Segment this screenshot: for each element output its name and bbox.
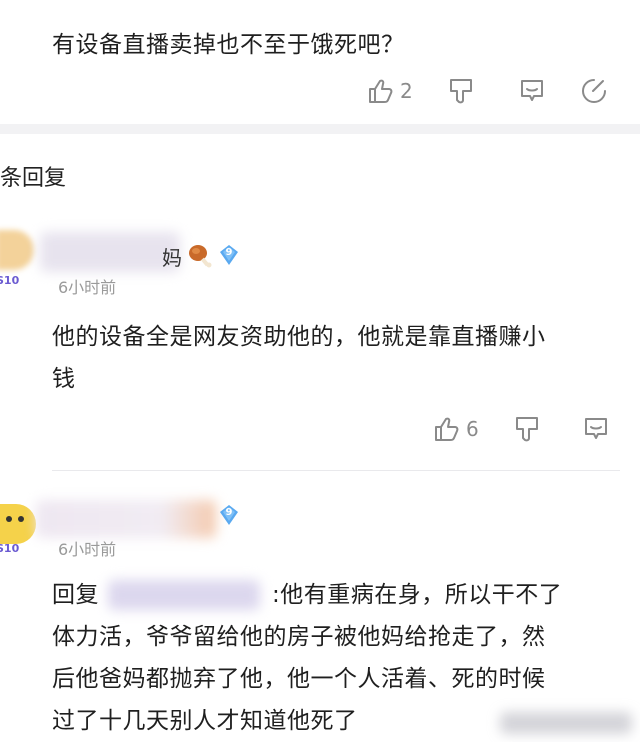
share-icon: [579, 76, 609, 106]
reply1-like-count: 6: [466, 417, 479, 441]
watermark-obscured: [500, 712, 632, 734]
reply1-dislike-button[interactable]: [513, 414, 543, 444]
reply2-reply-prefix: 回复: [52, 582, 99, 608]
reply2-mention-obscured[interactable]: [108, 580, 260, 610]
reply2-text-line4: 过了十几天别人才知道他死了: [52, 708, 358, 734]
dislike-button[interactable]: [447, 76, 477, 106]
reply2-timestamp: 6小时前: [58, 540, 117, 559]
reply2-level-badge: 9: [218, 504, 238, 525]
top-comment-actions: 2: [366, 76, 609, 106]
reply1-text-line2: 钱: [52, 366, 76, 392]
reply1-timestamp: 6小时前: [58, 278, 117, 297]
reply2-text-line3: 后他爸妈都抛弃了他，他一个人活着、死的时候: [52, 666, 546, 692]
reply1-avatar[interactable]: S10: [0, 230, 36, 290]
reply1-username-suffix[interactable]: 妈: [162, 242, 182, 271]
reply1-actions: 6: [432, 414, 611, 444]
reply2-text-line1: :他有重病在身，所以干不了: [272, 582, 563, 608]
share-button[interactable]: [579, 76, 609, 106]
like-button[interactable]: 2: [366, 76, 413, 106]
section-divider: [0, 124, 640, 134]
reply1-comment-button[interactable]: [581, 414, 611, 444]
replies-count-label: 条回复: [0, 166, 67, 191]
comment-icon: [517, 76, 547, 106]
thumbs-up-icon: [432, 414, 462, 444]
drumstick-icon: [186, 241, 214, 273]
reply2-text-line2: 体力活，爷爷留给他的房子被他妈给抢走了，然: [52, 624, 546, 650]
thumbs-down-icon: [447, 76, 477, 106]
reply1-text-line1: 他的设备全是网友资助他的，他就是靠直播赚小: [52, 324, 546, 350]
reply2-avatar[interactable]: S10: [0, 498, 40, 562]
reply1-level-badge: 9: [218, 244, 238, 265]
comment-button[interactable]: [517, 76, 547, 106]
reply1-level-number: 9: [225, 247, 233, 258]
thumbs-down-icon: [513, 414, 543, 444]
reply2-level-number: 9: [225, 507, 233, 518]
reply1-like-button[interactable]: 6: [432, 414, 479, 444]
like-count: 2: [400, 79, 413, 103]
reply2-avatar-badge: S10: [0, 542, 20, 555]
reply-divider: [52, 470, 620, 471]
top-comment-text: 有设备直播卖掉也不至于饿死吧？: [52, 32, 405, 58]
comment-icon: [581, 414, 611, 444]
reply1-username-obscured: [40, 232, 180, 272]
reply2-username-obscured: [36, 500, 216, 538]
thumbs-up-icon: [366, 76, 396, 106]
reply1-avatar-badge: S10: [0, 274, 20, 287]
